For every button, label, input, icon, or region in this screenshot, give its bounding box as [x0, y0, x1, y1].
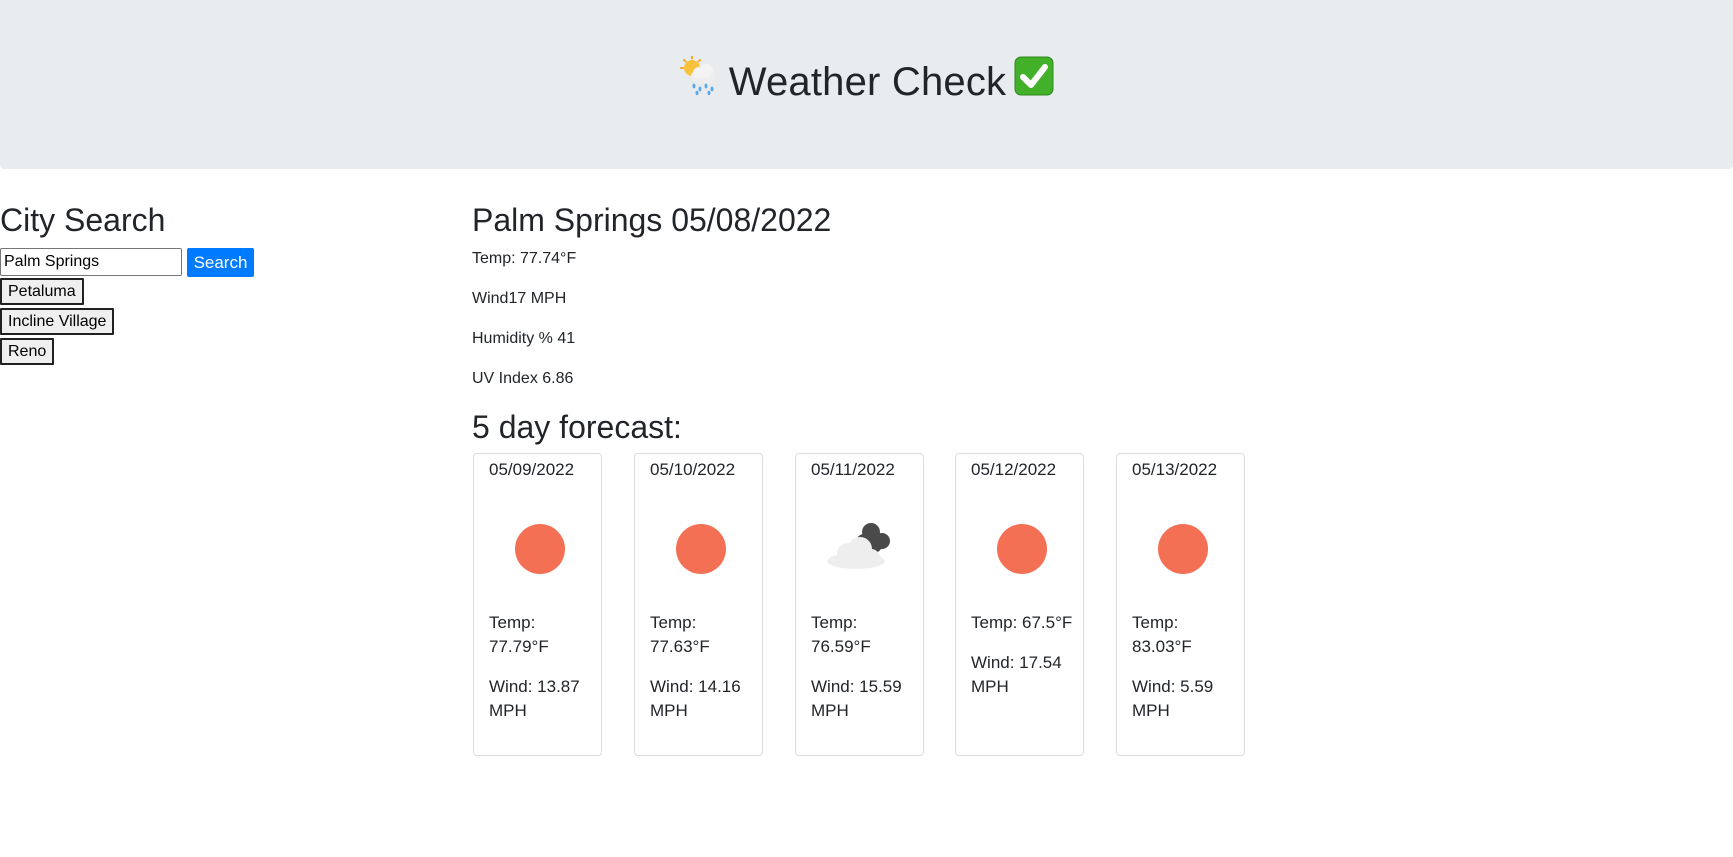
forecast-card: 05/12/2022 Temp: 67.5°F Wind: 17.54 MPH [955, 453, 1084, 756]
history-button-petaluma[interactable]: Petaluma [0, 278, 84, 305]
current-wind: Wind17 MPH [472, 290, 567, 307]
current-uv-index: UV Index 6.86 [472, 370, 574, 387]
forecast-card: 05/10/2022 Temp: 77.63°F Wind: 14.16 MPH [634, 453, 763, 756]
clouds-icon [826, 518, 898, 575]
forecast-wind: Wind: 15.59 MPH [811, 677, 902, 720]
sun-icon [676, 524, 726, 574]
forecast-date: 05/13/2022 [1132, 460, 1218, 479]
forecast-wind: Wind: 13.87 MPH [489, 677, 580, 720]
sun-icon [1158, 524, 1208, 574]
forecast-temp: Temp: 76.59°F [811, 613, 871, 656]
forecast-date: 05/12/2022 [971, 460, 1057, 479]
forecast-temp: Temp: 77.63°F [650, 613, 710, 656]
sun-icon [997, 524, 1047, 574]
city-search-heading: City Search [0, 202, 166, 238]
forecast-wind: Wind: 17.54 MPH [971, 653, 1062, 696]
city-search-input[interactable] [0, 248, 182, 276]
forecast-temp: Temp: 77.79°F [489, 613, 549, 656]
current-temp: Temp: 77.74°F [472, 250, 577, 267]
forecast-date: 05/09/2022 [489, 460, 575, 479]
current-humidity: Humidity % 41 [472, 330, 576, 347]
header-banner: Weather Check [0, 0, 1733, 169]
forecast-wind: Wind: 14.16 MPH [650, 677, 741, 720]
forecast-card: 05/09/2022 Temp: 77.79°F Wind: 13.87 MPH [473, 453, 602, 756]
forecast-card: 05/11/2022 Temp: 76.59°F Wind: 15.59 MPH [795, 453, 924, 756]
search-button[interactable]: Search [187, 248, 254, 277]
app-title: Weather Check [0, 55, 1733, 111]
forecast-heading: 5 day forecast: [472, 409, 682, 445]
forecast-temp: Temp: 83.03°F [1132, 613, 1192, 656]
forecast-wind: Wind: 5.59 MPH [1132, 677, 1214, 720]
forecast-date: 05/11/2022 [811, 460, 895, 479]
history-button-incline-village[interactable]: Incline Village [0, 308, 115, 335]
forecast-card: 05/13/2022 Temp: 83.03°F Wind: 5.59 MPH [1116, 453, 1245, 756]
sun-rain-cloud-icon [679, 55, 719, 109]
sun-icon [515, 524, 565, 574]
app-title-text: Weather Check [728, 60, 1007, 104]
current-city-title: Palm Springs 05/08/2022 [472, 202, 832, 238]
forecast-date: 05/10/2022 [650, 460, 736, 479]
check-mark-icon [1014, 56, 1054, 109]
forecast-temp: Temp: 67.5°F [971, 613, 1073, 632]
history-button-reno[interactable]: Reno [0, 338, 55, 365]
